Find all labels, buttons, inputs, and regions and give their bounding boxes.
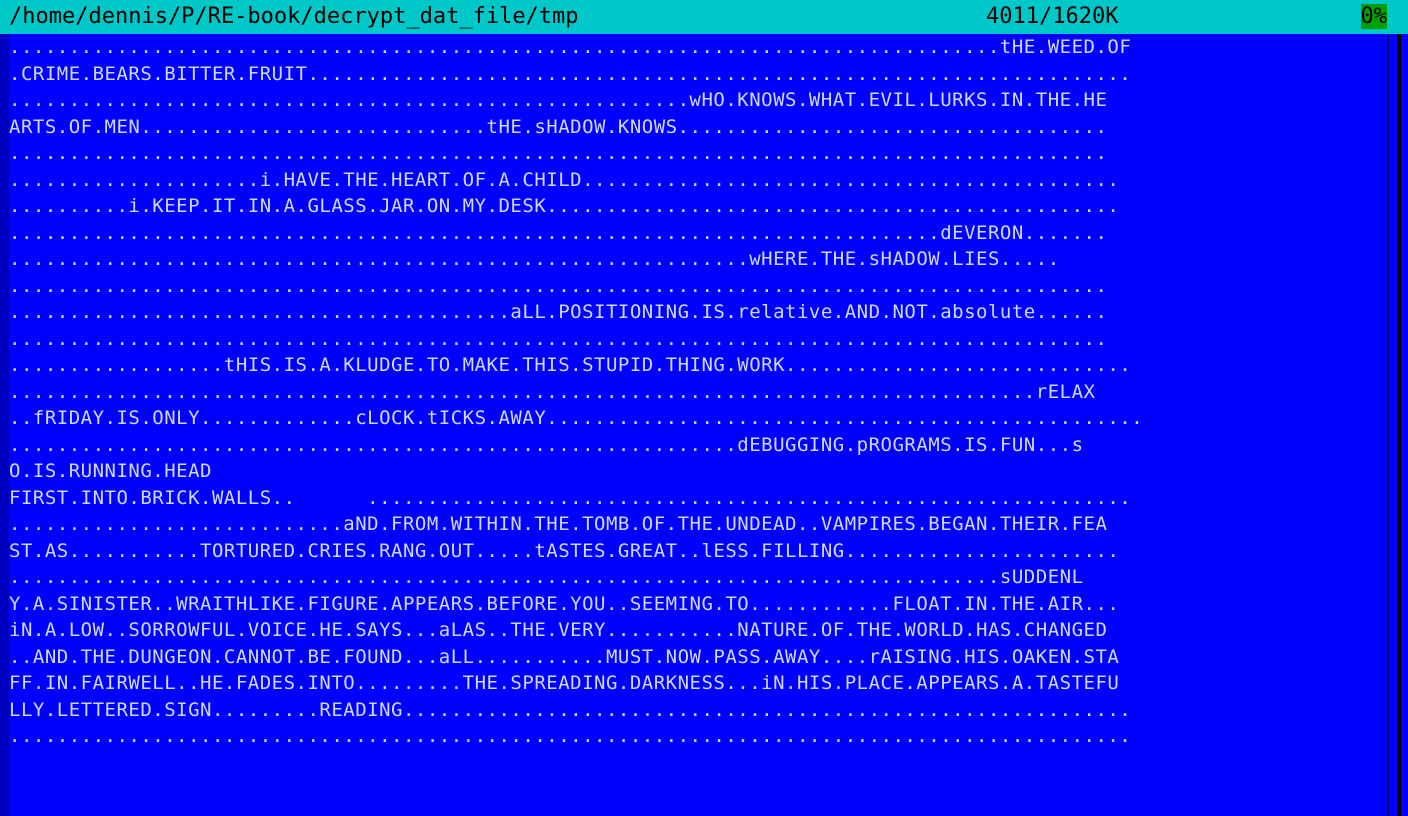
text-line: ........................................… [9,380,1096,403]
text-line: .....................i.HAVE.THE.HEART.OF… [9,168,1120,191]
text-line: ........................................… [9,327,1108,350]
text-line: ............................aND.FROM.WIT… [9,513,1108,535]
text-line: Y.A.SINISTER..WRAITHLIKE.FIGURE.APPEARS.… [9,592,1120,615]
text-line: ........................................… [9,433,1084,456]
text-line: ST.AS...........TORTURED.CRIES.RANG.OUT.… [9,539,1120,562]
text-line: ........................................… [9,142,1108,164]
scroll-percent: 0% [1360,0,1387,34]
vertical-scrollbar[interactable] [1387,34,1408,816]
text-line: ARTS.OF.MEN.............................… [9,115,1108,138]
left-gutter [0,34,9,816]
file-content-view[interactable]: ........................................… [9,34,1387,816]
text-line: ........................................… [9,36,1132,58]
text-line: ..........i.KEEP.IT.IN.A.GLASS.JAR.ON.MY… [9,195,1120,217]
file-path: /home/dennis/P/RE-book/decrypt_dat_file/… [9,4,579,29]
text-line: .CRIME.BEARS.BITTER.FRUIT...............… [9,62,1132,85]
text-line: ........................................… [9,301,1108,323]
text-line: iN.A.LOW..SORROWFUL.VOICE.HE.SAYS...aLAS… [9,619,1108,641]
file-position: 4011/1620K [986,4,1119,29]
text-line: ..................tHIS.IS.A.KLUDGE.TO.MA… [9,354,1132,376]
text-line: ........................................… [9,89,1108,111]
viewer-status-bar: /home/dennis/P/RE-book/decrypt_dat_file/… [0,0,1408,34]
text-line: ........................................… [9,725,1132,747]
text-line: ........................................… [9,248,1060,270]
scroll-percent-value: 0% [1360,4,1387,29]
scrollbar-thumb[interactable] [1397,34,1401,816]
text-line: ........................................… [9,566,1084,588]
text-line: FF.IN.FAIRWELL..HE.FADES.INTO.........TH… [9,672,1120,694]
text-line: FIRST.INTO.BRICK.WALLS.. ...............… [9,486,1132,509]
text-line: ........................................… [9,221,1108,244]
text-line: O.IS.RUNNING.HEAD [9,460,212,482]
text-line: ..AND.THE.DUNGEON.CANNOT.BE.FOUND...aLL.… [9,645,1120,668]
text-line: ..fRIDAY.IS.ONLY.............cLOCK.tICKS… [9,407,1144,429]
text-line: ........................................… [9,274,1108,297]
text-line: LLY.LETTERED.SIGN.........READING.......… [9,698,1132,721]
